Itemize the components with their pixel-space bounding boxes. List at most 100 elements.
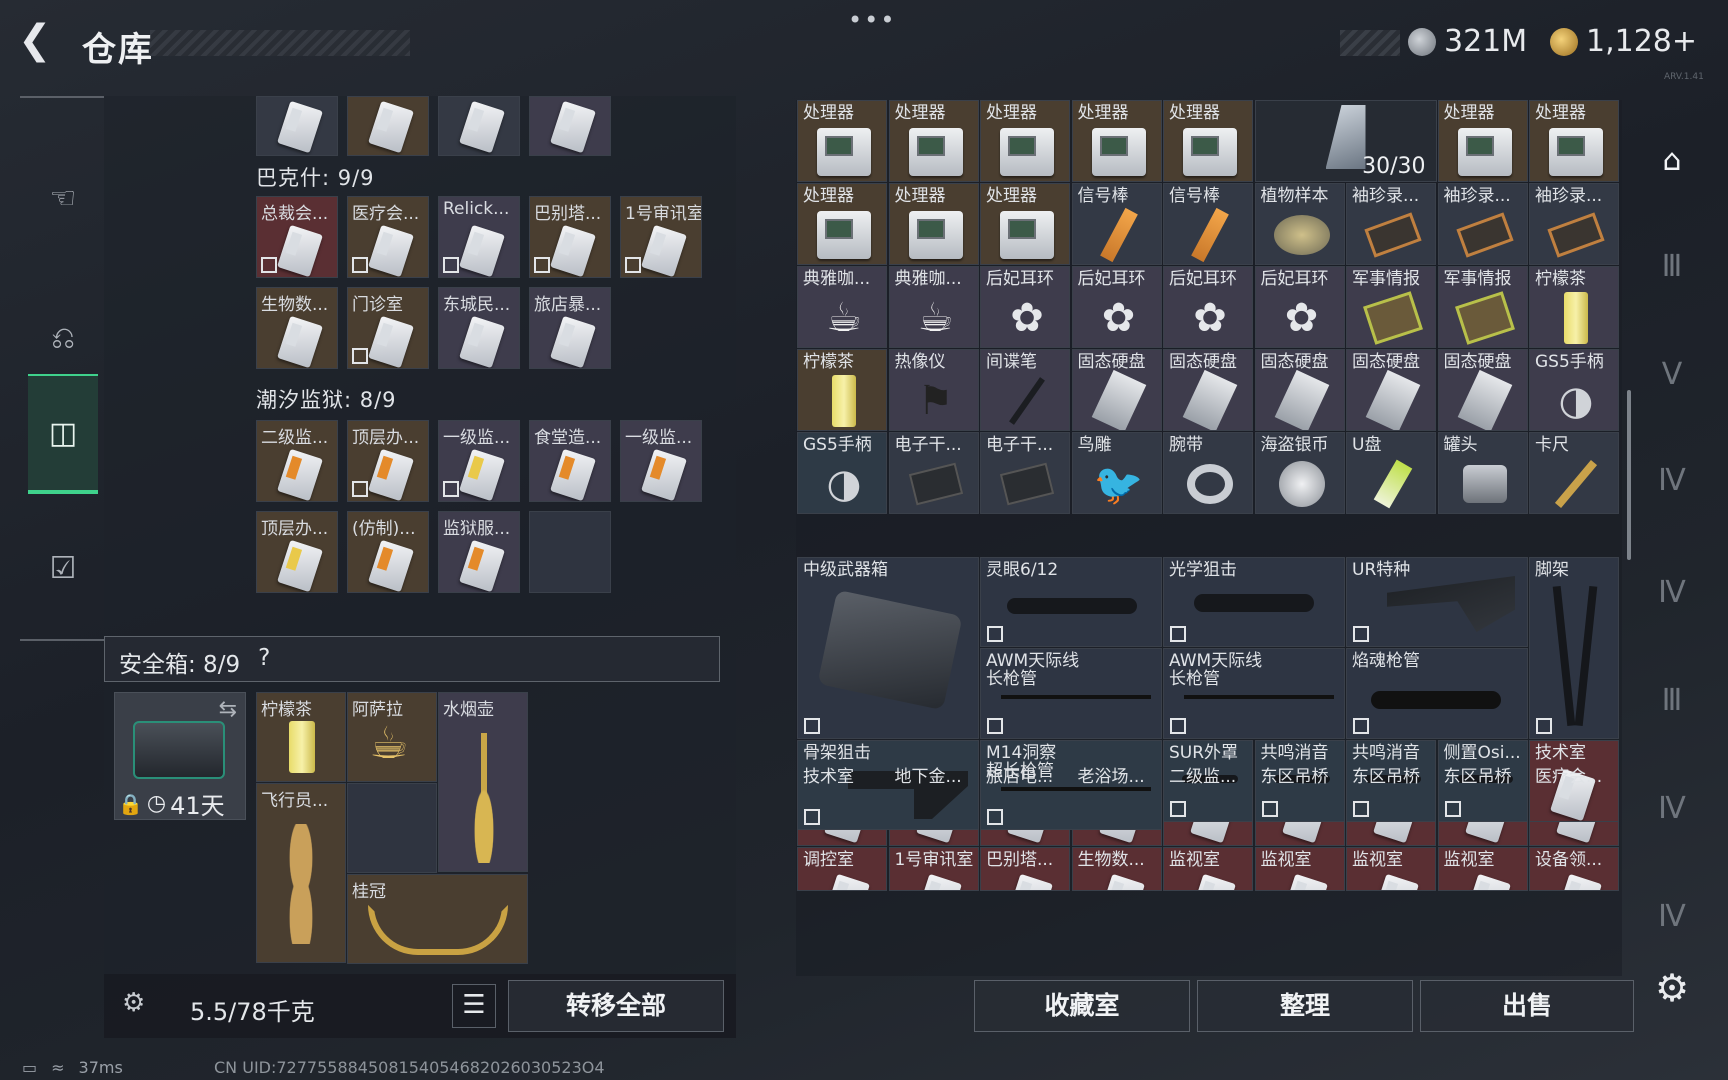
inventory-slot[interactable]: 东城民... [438, 287, 520, 369]
IV-box-icon[interactable]: Ⅳ [1644, 888, 1700, 944]
weapon-slot[interactable]: UR特种 [1346, 557, 1528, 647]
IV-icon[interactable]: Ⅳ [1644, 452, 1700, 508]
inventory-slot[interactable]: 顶层办... [256, 511, 338, 593]
inventory-slot[interactable]: GS5手柄 ◑ [1529, 349, 1619, 431]
transfer-all-button[interactable]: 转移全部 [508, 980, 724, 1032]
settings-gear-icon[interactable]: ⚙ [1644, 960, 1700, 1016]
inventory-slot[interactable]: 热像仪 ⚑ [888, 349, 979, 431]
home-icon[interactable]: ⌂ [1644, 132, 1700, 188]
nav-storage[interactable]: ◫ [28, 374, 98, 494]
safebox-item[interactable]: 柠檬茶 [256, 692, 346, 782]
inventory-slot[interactable]: 一级监... [620, 420, 702, 502]
inventory-slot[interactable]: 袖珍录... [1529, 183, 1619, 265]
nav-weapons[interactable]: ☜ [28, 138, 98, 258]
weapon-slot[interactable]: AWM天际线 长枪管 [1163, 648, 1345, 739]
inventory-slot[interactable] [347, 96, 429, 156]
inventory-slot[interactable]: 巴别塔... [529, 196, 611, 278]
inventory-slot[interactable]: 卡尺 [1529, 432, 1619, 514]
weapon-slot[interactable]: 光学狙击 [1163, 557, 1345, 647]
inventory-slot[interactable]: 后妃耳环 ✿ [1163, 266, 1253, 348]
nav-toolbox[interactable]: ☑ [28, 508, 98, 628]
inventory-slot[interactable]: 固态硬盘 [1346, 349, 1436, 431]
safebox-item[interactable]: 飞行员... [256, 783, 346, 963]
inventory-slot[interactable]: 典雅咖... ☕ [888, 266, 979, 348]
back-button[interactable]: ❮ [18, 20, 62, 64]
inventory-slot[interactable]: 1号审讯室 [888, 847, 979, 891]
inventory-slot[interactable]: 1号审讯室 [620, 196, 702, 278]
inventory-slot[interactable]: 固态硬盘 [1254, 349, 1345, 431]
inventory-slot[interactable]: 电子干... [980, 432, 1070, 514]
inventory-scrollbar[interactable] [1627, 390, 1631, 560]
inventory-slot[interactable]: 监视室 [1437, 847, 1528, 891]
inventory-slot[interactable]: 固态硬盘 [1437, 349, 1528, 431]
inventory-slot[interactable]: 监狱服... [438, 511, 520, 593]
inventory-slot[interactable]: 军事情报 [1437, 266, 1528, 348]
weapon-slot[interactable]: AWM天际线 长枪管 [980, 648, 1162, 739]
inventory-slot[interactable]: 袖珍录... [1346, 183, 1436, 265]
inventory-slot[interactable]: 柠檬茶 [1529, 266, 1619, 348]
inventory-slot[interactable]: 罐头 [1437, 432, 1528, 514]
sell-button[interactable]: 出售 [1420, 980, 1634, 1032]
inventory-slot[interactable]: 门诊室 [347, 287, 429, 369]
inventory-slot[interactable]: 二级监... [256, 420, 338, 502]
inventory-slot[interactable]: 军事情报 [1346, 266, 1436, 348]
inventory-slot[interactable]: 后妃耳环 ✿ [1071, 266, 1162, 348]
weapon-slot[interactable]: 脚架 [1529, 557, 1619, 739]
empty-slot[interactable] [529, 511, 611, 593]
safebox-item[interactable]: 水烟壶 [438, 692, 528, 872]
IV-add-icon[interactable]: Ⅳ [1644, 564, 1700, 620]
inventory-slot[interactable]: 医疗会... [347, 196, 429, 278]
inventory-slot[interactable] [529, 96, 611, 156]
inventory-slot[interactable]: 监视室 [1163, 847, 1253, 891]
inventory-slot[interactable]: 处理器 [1163, 100, 1253, 182]
weapon-slot[interactable]: 灵眼6/12 [980, 557, 1162, 647]
inventory-slot[interactable]: 处理器 [797, 183, 887, 265]
inventory-slot[interactable]: 柠檬茶 [797, 349, 887, 431]
inventory-slot[interactable]: 食堂造... [529, 420, 611, 502]
inventory-slot[interactable]: 生物数... [1071, 847, 1162, 891]
weapon-crate-slot[interactable]: 中级武器箱 [797, 557, 979, 739]
help-icon[interactable]: ? [258, 645, 270, 673]
inventory-slot[interactable]: 腕带 [1163, 432, 1253, 514]
inventory-slot[interactable]: 处理器 [888, 100, 979, 182]
inventory-slot[interactable]: 处理器 [888, 183, 979, 265]
inventory-slot[interactable]: 处理器 [980, 100, 1070, 182]
inventory-slot[interactable]: 处理器 [1437, 100, 1528, 182]
currency-gold[interactable]: 1,128+ [1550, 24, 1697, 59]
weapon-slot[interactable]: 焰魂枪管 [1346, 648, 1528, 739]
inventory-slot[interactable]: (仿制)... [347, 511, 429, 593]
inventory-slot[interactable]: 后妃耳环 ✿ [1254, 266, 1345, 348]
list-view-button[interactable]: ☰ [452, 984, 496, 1028]
inventory-slot[interactable]: 固态硬盘 [1071, 349, 1162, 431]
currency-silver[interactable]: 321M [1408, 24, 1527, 59]
inventory-slot[interactable]: 海盗银币 [1254, 432, 1345, 514]
more-menu-button[interactable]: ••• [848, 6, 896, 34]
inventory-slot[interactable]: 固态硬盘 [1163, 349, 1253, 431]
inventory-slot[interactable]: 巴别塔... [980, 847, 1070, 891]
inventory-slot[interactable]: 处理器 [797, 100, 887, 182]
inventory-slot[interactable]: 处理器 [1529, 100, 1619, 182]
inventory-slot[interactable] [256, 96, 338, 156]
inventory-slot[interactable]: 袖珍录... [1437, 183, 1528, 265]
inventory-slot[interactable]: 旅店暴... [529, 287, 611, 369]
inventory-slot[interactable]: 监视室 [1346, 847, 1436, 891]
inventory-slot[interactable]: U盘 [1346, 432, 1436, 514]
inventory-slot[interactable]: 设备领... [1529, 847, 1619, 891]
safebox-item[interactable]: 阿萨拉 ☕ [347, 692, 437, 782]
inventory-slot[interactable]: 一级监... [438, 420, 520, 502]
inventory-slot[interactable]: 顶层办... [347, 420, 429, 502]
inventory-slot[interactable]: 调控室 [797, 847, 887, 891]
swap-icon[interactable]: ⇆ [219, 697, 237, 722]
inventory-slot[interactable]: Relick... [438, 196, 520, 278]
collection-room-button[interactable]: 收藏室 [974, 980, 1190, 1032]
safebox-item[interactable]: 桂冠 [347, 874, 528, 964]
inventory-slot[interactable]: GS5手柄 ◑ [797, 432, 887, 514]
inventory-slot[interactable]: 处理器 [1071, 100, 1162, 182]
IV-folder-icon[interactable]: Ⅳ [1644, 780, 1700, 836]
inventory-slot[interactable]: 监视室 [1254, 847, 1345, 891]
inventory-slot[interactable]: 间谍笔 [980, 349, 1070, 431]
inventory-slot[interactable]: 信号棒 [1071, 183, 1162, 265]
inventory-slot[interactable]: 信号棒 [1163, 183, 1253, 265]
safebox-header[interactable]: 安全箱: 8/9 ? [104, 636, 720, 682]
inventory-slot[interactable]: 电子干... [888, 432, 979, 514]
